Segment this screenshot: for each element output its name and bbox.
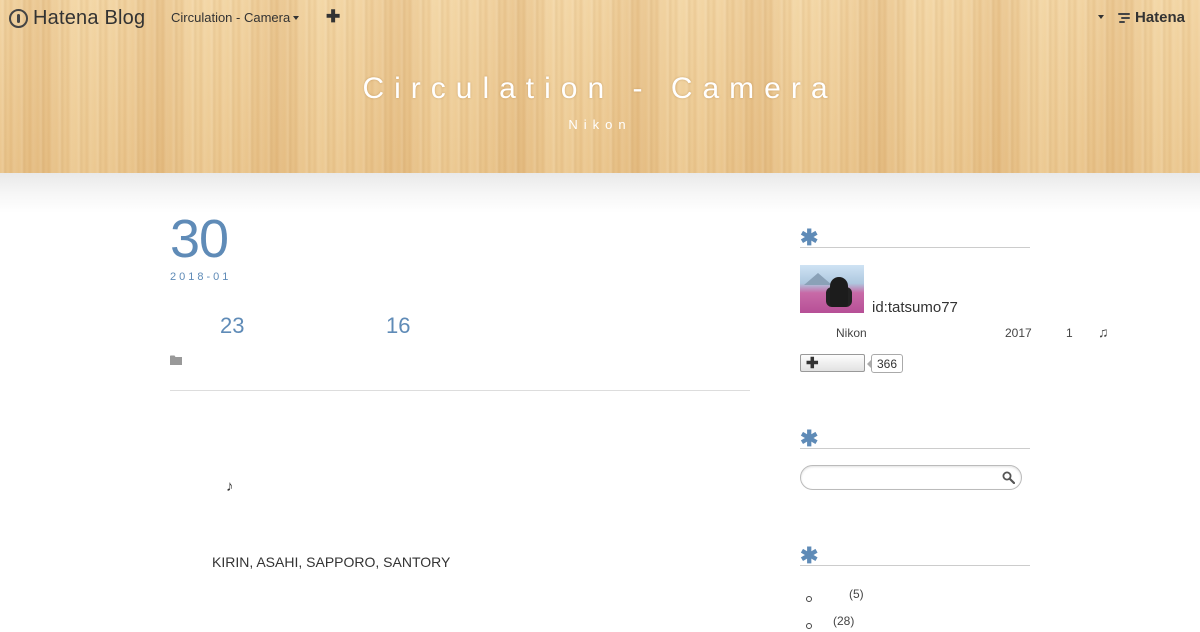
profile-user-id[interactable]: id:tatsumo77 [872,299,958,316]
hatena-blog-logo-text: Hatena Blog [33,6,146,29]
folder-icon [170,355,182,365]
entry-title-number-2[interactable]: 16 [386,313,410,339]
entry-body-text: KIRIN, ASAHI, SAPPORO, SANTORY [212,554,451,570]
blog-header: Hatena Blog Circulation - Camera ✚ Haten… [0,0,1200,173]
avatar[interactable] [800,265,864,313]
write-entry-button[interactable]: ✚ [326,7,340,27]
search-input[interactable] [811,469,995,488]
entry-body-note: ♪ [226,478,234,495]
category-count: (28) [833,614,855,628]
asterisk-icon: ✱ [800,543,819,568]
blog-title[interactable]: Circulation - Camera [0,72,1200,106]
hatena-logo-text: Hatena [1135,9,1186,26]
hatena-blog-logo[interactable]: Hatena Blog [9,6,145,30]
search-icon[interactable] [1002,471,1015,484]
profile-about-year: 2017 [1005,326,1032,340]
blog-description: Nikon [568,117,632,132]
asterisk-icon: ✱ [800,225,819,250]
entry-date-day[interactable]: 30 [170,208,229,270]
profile-about-note: ♫ [1098,324,1109,340]
hatena-blog-logo-icon [9,8,28,28]
bullet-icon [806,595,812,602]
profile-about-number: 1 [1066,326,1073,340]
header-shadow-divider [0,173,1200,213]
plus-icon: ✚ [806,355,819,372]
profile-about-text: Nikon [836,326,867,340]
follower-count-badge[interactable]: 366 [866,354,904,373]
entry-title-number-1[interactable]: 23 [220,313,244,339]
follow-button[interactable]: ✚ [800,354,865,372]
user-menu-chevron-down-icon[interactable] [1098,15,1104,19]
hatena-logo[interactable]: Hatena [1118,9,1185,26]
category-count: (5) [849,587,864,601]
sidebar-categories-heading: ✱ [800,543,1030,568]
entry-header-divider [170,390,750,391]
asterisk-icon: ✱ [800,426,819,451]
global-topbar: Hatena Blog Circulation - Camera ✚ Haten… [0,0,1200,36]
chevron-down-icon [293,15,300,20]
sidebar-profile-heading: ✱ [800,225,1030,250]
search-form [800,465,1022,490]
blog-switcher-label: Circulation - Camera [171,10,291,25]
entry-date-year-month[interactable]: 2018-01 [170,271,231,283]
blog-switcher[interactable]: Circulation - Camera [171,10,300,25]
bullet-icon [806,622,812,629]
category-item[interactable]: (5) [806,587,864,605]
sidebar-search-heading: ✱ [800,426,1030,451]
hatena-logo-icon [1118,12,1132,24]
